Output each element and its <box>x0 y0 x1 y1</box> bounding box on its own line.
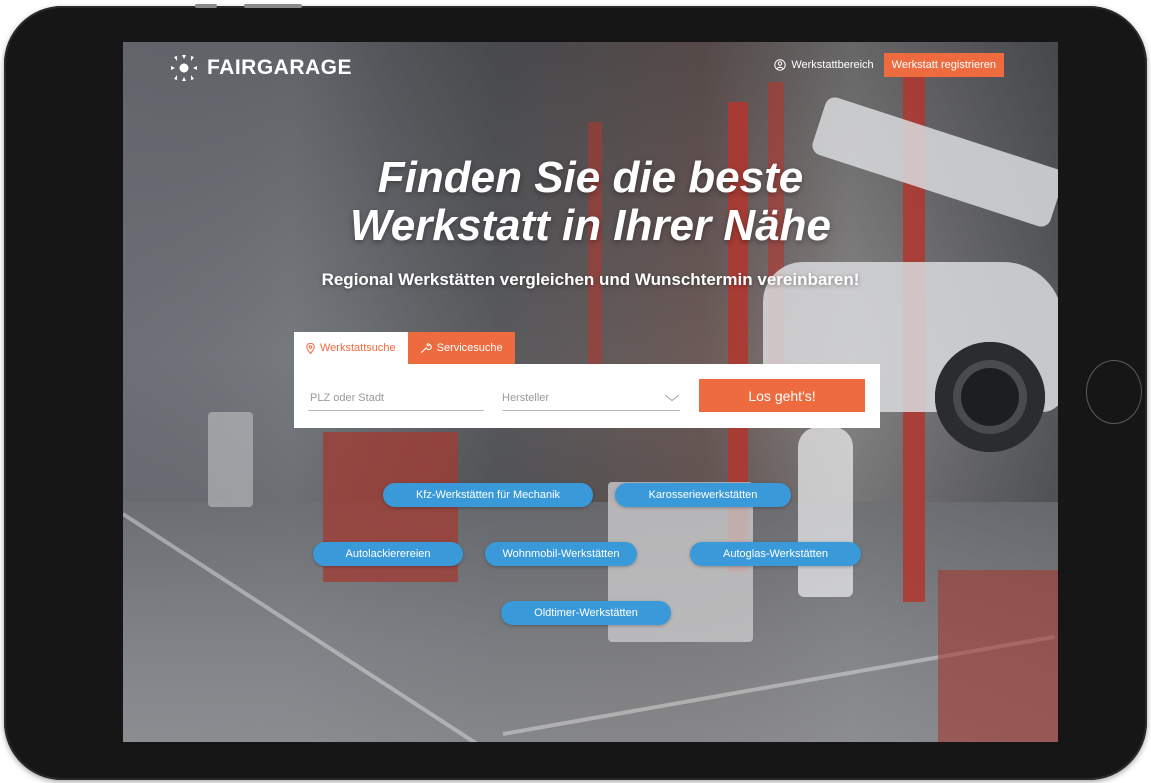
search-tabs: Werkstattsuche Servicesuche <box>294 332 515 364</box>
tab-servicesuche-label: Servicesuche <box>436 342 503 354</box>
red-work-table <box>938 570 1058 742</box>
tablet-home-button <box>1086 360 1142 424</box>
brand-name: FAIRGARAGE <box>207 56 353 79</box>
category-kfz-mechanik[interactable]: Kfz-Werkstätten für Mechanik <box>383 483 593 507</box>
brand-logo[interactable]: FAIRGARAGE <box>169 48 352 88</box>
register-workshop-button[interactable]: Werkstatt registrieren <box>883 53 1004 77</box>
tablet-volume-button <box>244 4 302 8</box>
chevron-down-icon <box>664 394 680 402</box>
mechanic-figure <box>798 427 853 597</box>
tab-werkstattsuche-label: Werkstattsuche <box>320 342 396 354</box>
werkstattbereich-label: Werkstattbereich <box>791 59 874 71</box>
category-karosserie[interactable]: Karosseriewerkstätten <box>615 483 791 507</box>
wrench-icon <box>420 342 432 354</box>
hero-title-line-1: Finden Sie die beste <box>377 153 804 202</box>
category-wohnmobil[interactable]: Wohnmobil-Werkstätten <box>485 542 637 566</box>
user-icon <box>774 59 787 71</box>
manufacturer-select[interactable]: Hersteller <box>502 386 680 411</box>
tab-servicesuche[interactable]: Servicesuche <box>407 332 515 364</box>
hero-title-line-2: Werkstatt in Ihrer Nähe <box>350 201 831 250</box>
website-screen: FAIRGARAGE Werkstattbereich Werkstatt re… <box>123 42 1058 742</box>
location-input[interactable] <box>308 391 484 405</box>
hero-subtitle: Regional Werkstätten vergleichen und Wun… <box>321 270 860 289</box>
manufacturer-placeholder: Hersteller <box>502 392 550 404</box>
car-tire <box>935 342 1045 452</box>
search-panel: Hersteller Los geht's! <box>294 364 880 428</box>
category-oldtimer[interactable]: Oldtimer-Werkstätten <box>501 601 671 625</box>
background-machine <box>208 412 253 507</box>
tab-werkstattsuche[interactable]: Werkstattsuche <box>294 332 408 364</box>
category-autolackiererei[interactable]: Autolackierereien <box>313 542 463 566</box>
hero-title: Finden Sie die beste Werkstatt in Ihrer … <box>123 154 1058 250</box>
top-navigation: Werkstattbereich Werkstatt registrieren <box>774 53 1004 77</box>
category-autoglas[interactable]: Autoglas-Werkstätten <box>690 542 861 566</box>
logo-icon <box>171 55 197 81</box>
search-submit-button[interactable]: Los geht's! <box>699 379 865 412</box>
location-field[interactable] <box>308 386 484 411</box>
tablet-side-button <box>195 4 217 8</box>
werkstattbereich-link[interactable]: Werkstattbereich <box>774 59 874 71</box>
location-pin-icon <box>306 342 315 354</box>
